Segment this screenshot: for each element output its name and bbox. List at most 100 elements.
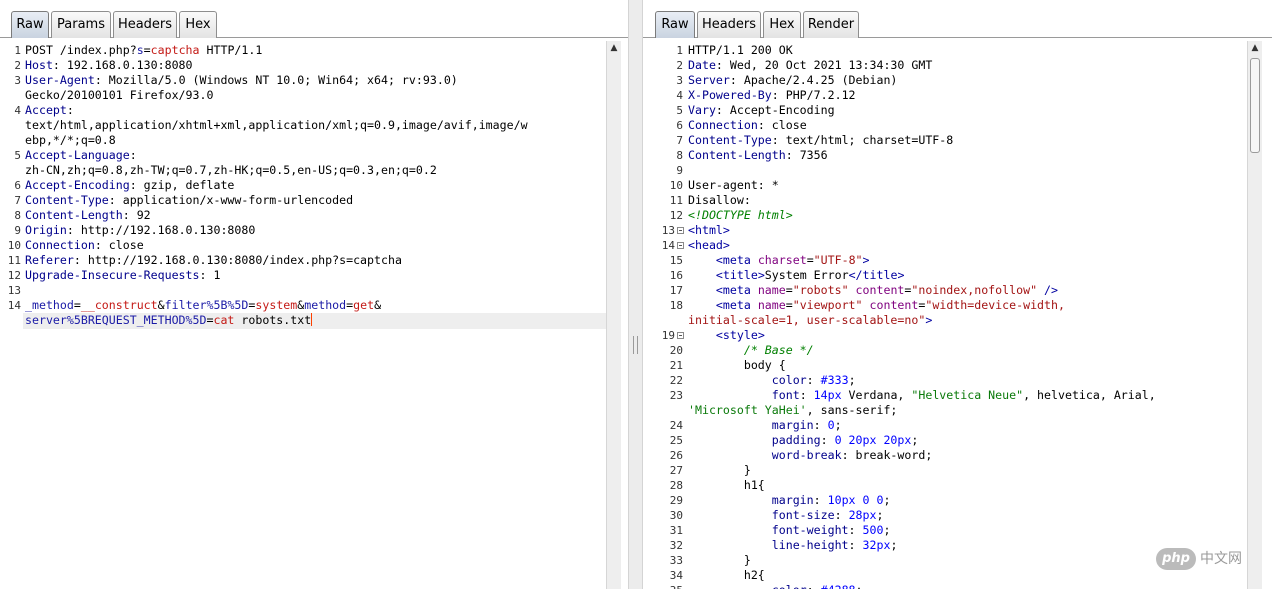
line-number: 2 (676, 59, 683, 72)
code-token: body { (688, 358, 786, 372)
fold-toggle-icon[interactable] (677, 227, 684, 234)
line-number: 31 (669, 524, 683, 537)
code-line: Content-Type: text/html; charset=UTF-8 (688, 133, 1247, 148)
code-token: = (143, 43, 151, 57)
line-number: 3 (14, 74, 21, 87)
code-token: h1{ (688, 478, 765, 492)
code-line: color: #4288; (688, 583, 1247, 589)
request-tab-headers[interactable]: Headers (113, 11, 177, 38)
watermark-text: 中文网 (1200, 551, 1242, 567)
code-token: : (813, 418, 828, 432)
code-line: User-agent: * (688, 178, 1247, 193)
code-token: server%5BREQUEST_METHOD%5D (25, 313, 207, 327)
code-token: Content-Type (688, 133, 772, 147)
code-line: <style> (688, 328, 1247, 343)
fold-toggle-icon[interactable] (677, 332, 684, 339)
php-logo: php (1156, 548, 1196, 570)
code-token: < (688, 328, 723, 342)
code-token: : 1 (199, 268, 221, 282)
response-scrollbar-thumb[interactable] (1250, 58, 1260, 153)
code-token: zh-CN,zh;q=0.8,zh-TW;q=0.7,zh-HK;q=0.5,e… (25, 163, 437, 177)
request-tab-hex[interactable]: Hex (179, 11, 217, 38)
code-token: , sans-serif; (806, 403, 898, 417)
code-line: Content-Length: 92 (25, 208, 606, 223)
code-token: meta (722, 283, 751, 297)
code-line: Disallow: (688, 193, 1247, 208)
code-token: padding (688, 433, 821, 447)
line-number: 28 (669, 479, 683, 492)
code-token: content (869, 298, 919, 312)
pane-splitter[interactable] (628, 0, 643, 589)
line-number: 1 (676, 44, 683, 57)
code-token: : Wed, 20 Oct 2021 13:34:30 GMT (715, 58, 933, 72)
code-token: Date (688, 58, 716, 72)
code-token: name (757, 283, 786, 297)
line-number: 25 (669, 434, 683, 447)
code-token: robots.txt (234, 313, 312, 327)
response-editor[interactable]: 1 2 3 4 5 6 7 8 9 10 11 12 13 14 15 16 17 18 19 20 21 22 23 24 2… (643, 41, 1272, 589)
code-line: Content-Length: 7356 (688, 148, 1247, 163)
code-token: "UTF-8" (813, 253, 863, 267)
code-token: /* Base */ (688, 343, 814, 357)
code-line: Accept: (25, 103, 606, 118)
response-tab-raw[interactable]: Raw (655, 11, 695, 38)
code-token: Referer (25, 253, 74, 267)
line-number: 33 (669, 554, 683, 567)
code-line: font-weight: 500; (688, 523, 1247, 538)
code-token: : close (757, 118, 807, 132)
line-number: 6 (14, 179, 21, 192)
code-line: font-size: 28px; (688, 508, 1247, 523)
request-tab-raw[interactable]: Raw (11, 11, 49, 38)
code-line: Accept-Language: (25, 148, 606, 163)
code-token: h2{ (688, 568, 765, 582)
code-token: } (688, 463, 751, 477)
response-line-gutter: 1 2 3 4 5 6 7 8 9 10 11 12 13 14 15 16 17 18 19 20 21 22 23 24 2… (643, 41, 685, 589)
response-tab-hex[interactable]: Hex (763, 11, 801, 38)
line-number: 34 (669, 569, 683, 582)
splitter-grip-icon[interactable] (633, 336, 638, 354)
request-scrollbar[interactable]: ▲ (606, 41, 621, 589)
code-line: Connection: close (25, 238, 606, 253)
watermark: php 中文网 (1156, 548, 1252, 570)
request-tab-bar: Raw Params Headers Hex (0, 0, 628, 38)
code-line: margin: 10px 0 0; (688, 493, 1247, 508)
code-token: system (255, 298, 298, 312)
code-token: : http://192.168.0.130:8080 (66, 223, 256, 237)
code-token: : close (94, 238, 144, 252)
fold-toggle-icon[interactable] (677, 242, 684, 249)
scroll-up-arrow-icon[interactable]: ▲ (1248, 41, 1262, 56)
code-token: : (129, 148, 137, 162)
response-tab-headers[interactable]: Headers (697, 11, 761, 38)
request-tab-params[interactable]: Params (51, 11, 111, 38)
code-token: font-weight (688, 523, 849, 537)
line-number: 11 (7, 254, 21, 267)
code-token: : application/x-www-form-urlencoded (108, 193, 354, 207)
code-token: line-height (688, 538, 849, 552)
code-token: filter%5B%5D (164, 298, 249, 312)
request-editor[interactable]: 1 2 3 4 5 6 7 8 9 10 11 12 13 14 POST /index.php?s=ca… (0, 41, 628, 589)
code-token: "viewport" (792, 298, 863, 312)
line-number: 7 (676, 134, 683, 147)
code-line: POST /index.php?s=captcha HTTP/1.1 (25, 43, 606, 58)
code-token: & (374, 298, 382, 312)
code-token: < (688, 283, 723, 297)
code-line: server%5BREQUEST_METHOD%5D=cat robots.tx… (25, 313, 606, 328)
code-token: font (688, 388, 800, 402)
line-number: 20 (669, 344, 683, 357)
code-token: < (688, 223, 695, 237)
code-token: 28px (848, 508, 877, 522)
response-scrollbar[interactable]: ▲ (1247, 41, 1262, 589)
code-token: System Error (764, 268, 849, 282)
code-token: } (688, 553, 751, 567)
code-token: : Apache/2.4.25 (Debian) (729, 73, 898, 87)
code-token: : (834, 508, 849, 522)
line-number: 23 (669, 389, 683, 402)
code-line: 'Microsoft YaHei', sans-serif; (688, 403, 1247, 418)
code-token: : (848, 523, 863, 537)
scroll-up-arrow-icon[interactable]: ▲ (607, 41, 621, 56)
response-tab-render[interactable]: Render (803, 11, 859, 38)
code-token: </ (848, 268, 863, 282)
code-line: initial-scale=1, user-scalable=no"> (688, 313, 1247, 328)
